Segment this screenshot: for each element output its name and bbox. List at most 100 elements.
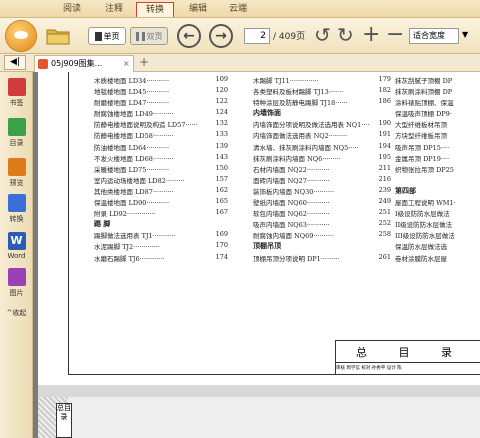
toc-entry-page: 109 [215,75,228,83]
document-tab[interactable]: 05j909图集... × [34,55,134,72]
toc-entry-page: 179 [378,75,391,83]
toc-entry-title: 防静电楼地面 LD58·········· [94,132,174,141]
toc-row: 抹灰刷涂料内墙面 NQ6········· 195 [253,153,393,164]
rotate-right-icon[interactable]: ↻ [337,25,354,45]
toc-entry-title: 室内运动场楼地面 LD82········· [94,176,185,185]
toc-row: 特种涂层及防静电踢脚 TJ18······ 186 [253,97,393,108]
toc-entry-page: 122 [215,97,228,106]
toc-entry-title: I级设防防水层做法 [395,210,450,219]
sidebar-item-convert[interactable]: 转换 [0,194,33,224]
toc-row: 金属吊顶 DP19···· [395,153,480,164]
toc-section-heading: 踢 脚 [94,219,111,229]
toc-entry-title: 耐腐蚀内墙面 NQ69·········· [253,232,335,241]
chevron-down-icon[interactable]: ▼ [462,30,468,39]
toc-row: 面砖内墙面 NQ27··········· 216 [253,175,393,186]
toc-row: 耐腐蚀楼地面 LD49·········· 124 [94,108,229,119]
title-block-title: 总 目 录 [336,343,480,363]
toc-entry-page: 165 [215,197,228,206]
toc-row: 吸声内墙面 NQ63··········· 252 [253,219,393,230]
toc-entry-page: 157 [215,174,228,183]
toc-entry-title: 其他类楼地面 LD87·········· [94,187,174,196]
toc-row: 防静电楼地面 LD58·········· 133 [94,130,229,141]
menu-annotate[interactable]: 注释 [100,2,128,17]
toc-entry-title: 防油楼地面 LD64··········· [94,143,170,152]
document-viewer[interactable]: 木质楼地面 LD34··········· 109 地毯楼地面 LD45······… [33,72,480,438]
toc-entry-page: 194 [378,141,391,150]
toc-row: 不发火楼地面 LD68·········· 143 [94,153,229,164]
sidebar-item-image[interactable]: 图片 [0,268,33,298]
sidebar-item-label: 书签 [9,99,24,107]
add-tab-button[interactable]: + [139,55,149,69]
toc-entry-title: 织物张拉吊顶 DP25 [395,165,454,174]
toc-row: 方块型纤维板吊顶 [395,130,480,141]
zoom-select[interactable]: 适合宽度 [409,28,459,44]
title-block-signatures: 审核 周学信 校对 孙秀平 设计 陈 [336,366,402,371]
toc-row: 踢 脚 [94,219,229,230]
toc-row: 采暖楼地面 LD75··········· 150 [94,164,229,175]
sidebar-item-toc[interactable]: 目录 [0,118,33,148]
sidebar-collapse[interactable]: ^收起 [0,308,33,318]
toc-row: 保温楼地面 LD90··········· 165 [94,197,229,208]
zoom-in-icon[interactable]: + [362,24,380,46]
toc-row: 防油楼地面 LD64··········· 139 [94,142,229,153]
menu-read[interactable]: 阅读 [58,2,86,17]
toc-entry-page: 150 [215,163,228,172]
toc-entry-page: 186 [378,97,391,106]
toc-row: 耐磨楼地面 LD47··········· 122 [94,97,229,108]
toc-entry-title: 耐磨楼地面 LD47··········· [94,99,170,108]
toc-entry-page: 216 [378,174,391,183]
double-page-button[interactable]: 双页 [130,27,168,45]
collapse-sidebar-button[interactable]: ◀| [4,55,26,70]
toc-row: 内墙饰面做法选用表 NQ2········· 191 [253,130,393,141]
sidebar-item-label: 目录 [9,139,24,147]
toc-row: 屋面工程说明 WM1· [395,197,480,208]
toc-entry-page: 132 [215,119,228,128]
menu-edit[interactable]: 编辑 [184,2,212,17]
toc-section-heading: 第四部 [395,185,416,195]
toc-row: 顶棚吊顶分项说明 DP1········· 261 [253,253,393,264]
double-page-label: 双页 [146,32,163,41]
rotate-left-icon[interactable]: ↺ [314,25,331,45]
single-page-button[interactable]: 单页 [88,27,126,45]
toc-entry-title: 壁纸内墙面 NQ60··········· [253,199,330,208]
toc-row: 织物张拉吊顶 DP25 [395,164,480,175]
toc-entry-page: 162 [215,185,228,194]
toc-entry-page: 143 [215,152,228,161]
sidebar-item-preview[interactable]: 预览 [0,158,33,188]
sidebar-item-word[interactable]: W Word [0,232,33,260]
open-folder-icon[interactable] [46,27,70,45]
double-page-icon [135,32,145,41]
toc-row: 室内运动场楼地面 LD82········· 157 [94,175,229,186]
toc-row [395,175,480,186]
prev-page-button[interactable]: ← [177,24,201,48]
toc-entry-title: 顶棚吊顶分项说明 DP1········· [253,254,340,263]
app-logo[interactable] [6,21,36,51]
toc-entry-title: 采暖楼地面 LD75··········· [94,165,170,174]
toc-entry-title: 清水墙、抹灰刷涂料内墙面 NQ5····· [253,143,359,152]
toc-entry-title: 吸声吊顶 DP15···· [395,143,450,152]
next-page-button[interactable]: → [209,24,233,48]
page-number-input[interactable]: 2 [244,28,270,44]
menu-convert[interactable]: 转换 [136,2,174,17]
toc-column-1: 木质楼地面 LD34··········· 109 地毯楼地面 LD45······… [94,75,229,264]
toc-entry-title: 抹灰刷涂料内墙面 NQ6········· [253,154,341,163]
toc-entry-title: 踢脚做法选用表 TJ1··········· [94,232,176,241]
toc-section-heading: 顶棚吊顶 [253,241,281,251]
toc-entry-title: 木踢脚 TJ11·············· [253,77,319,85]
toc-entry-title: 保温吸声顶棚 DP9· [395,110,452,119]
tab-bar: ◀| 05j909图集... × + [0,54,480,72]
menu-cloud[interactable]: 云端 [224,2,252,17]
toc-row: 装饰板内墙面 NQ30·········· 239 [253,186,393,197]
close-tab-button[interactable]: × [123,56,130,72]
page-total: / 409页 [273,32,306,42]
toc-entry-page: 124 [215,108,228,117]
toc-row: 内墙饰面分项说明及做法选用表 NQ1···· 190 [253,119,393,130]
sidebar-item-bookmark[interactable]: 书签 [0,78,33,108]
toc-row: 第四部 [395,186,480,197]
toc-entry-page: 167 [215,208,228,217]
toc-entry-title: 吸声内墙面 NQ63··········· [253,221,330,230]
toc-entry-title: 木质楼地面 LD34··········· [94,77,170,85]
toc-entry-title: 水泥踢脚 TJ2············· [94,243,161,252]
zoom-out-icon[interactable]: − [386,24,404,46]
arrow-left-icon: ← [183,28,195,44]
